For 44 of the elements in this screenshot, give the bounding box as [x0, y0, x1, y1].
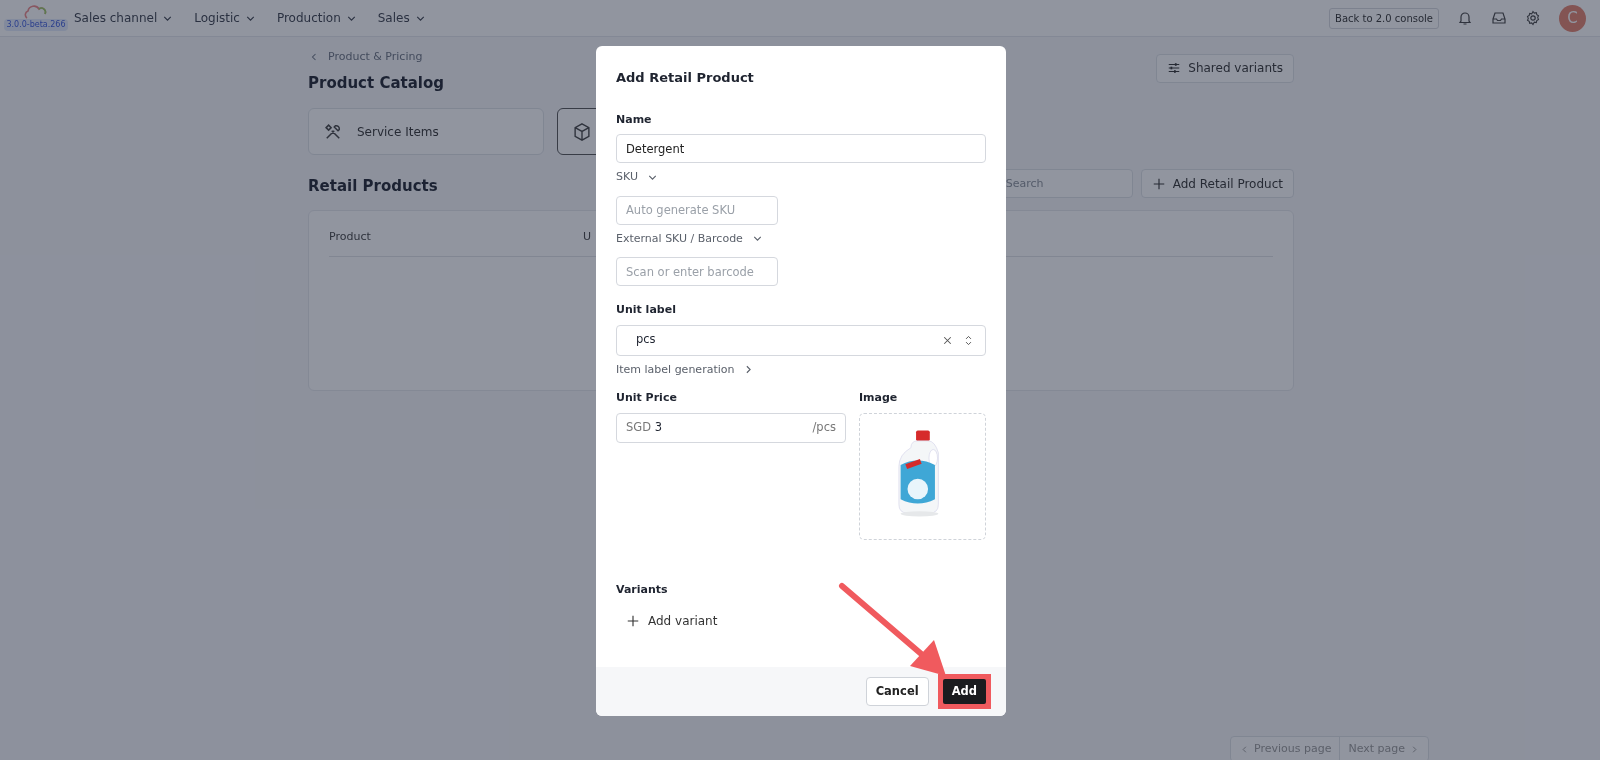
field-label: Unit label	[616, 302, 677, 318]
nav-menu[interactable]: Logistic	[186, 9, 265, 27]
nav-menu[interactable]: Sales channel	[66, 9, 183, 27]
toggle-link[interactable]: SKU	[616, 169, 659, 186]
toggle-link[interactable]: External SKU / Barcode	[616, 230, 764, 247]
box-icon	[572, 121, 592, 142]
category-label: Service Items	[357, 123, 439, 141]
column-header: U	[583, 229, 592, 245]
console-button[interactable]: Back to 2.0 console	[1329, 7, 1439, 29]
inbox-icon[interactable]	[1491, 10, 1507, 26]
plus-icon	[626, 614, 640, 628]
barcode-field[interactable]: Scan or enter barcode	[616, 257, 778, 286]
cancel-button[interactable]: Cancel	[865, 677, 929, 706]
breadcrumb-link[interactable]: Product & Pricing	[328, 49, 423, 66]
cloud-logo-icon	[24, 5, 48, 19]
field-label: Name	[616, 111, 653, 128]
nav-menu[interactable]: Sales	[369, 9, 435, 27]
sku-field[interactable]: Auto generate SKU	[616, 195, 778, 225]
unit-select[interactable]: pcs	[616, 324, 986, 356]
version-label: 3.0.0-beta.266	[4, 19, 68, 31]
section-title: Retail Products	[308, 176, 438, 198]
dialog-title: Add Retail Product	[616, 69, 755, 87]
select-value: pcs	[636, 331, 656, 349]
unit-suffix: /pcs	[812, 418, 836, 436]
settings-icon[interactable]	[1525, 10, 1541, 26]
price-field[interactable]: SGD 3 /pcs	[616, 412, 846, 443]
column-header: Product	[329, 229, 372, 245]
nav-menu[interactable]: Production	[268, 9, 366, 27]
image-upload[interactable]	[859, 412, 986, 540]
category-card[interactable]: Service Items	[308, 108, 544, 155]
notification-bell-icon[interactable]	[1457, 10, 1473, 26]
name-field[interactable]: Detergent	[616, 134, 986, 163]
field-label: Variants	[616, 581, 669, 598]
sliders-icon	[1167, 61, 1182, 75]
add-variant-button[interactable]: Add variant	[616, 612, 728, 630]
shared-variants-button[interactable]: Shared variants	[1156, 53, 1294, 83]
field-label: Unit Price	[616, 390, 678, 406]
price-value: SGD 3	[626, 418, 663, 436]
field-label: Image	[859, 390, 899, 406]
add-product-button[interactable]: Add Retail Product	[1140, 169, 1294, 198]
toggle-link[interactable]: Item label generation	[616, 361, 756, 378]
page-title: Product Catalog	[308, 72, 444, 94]
plus-icon	[1151, 176, 1166, 191]
add-button[interactable]: Add	[942, 679, 986, 704]
